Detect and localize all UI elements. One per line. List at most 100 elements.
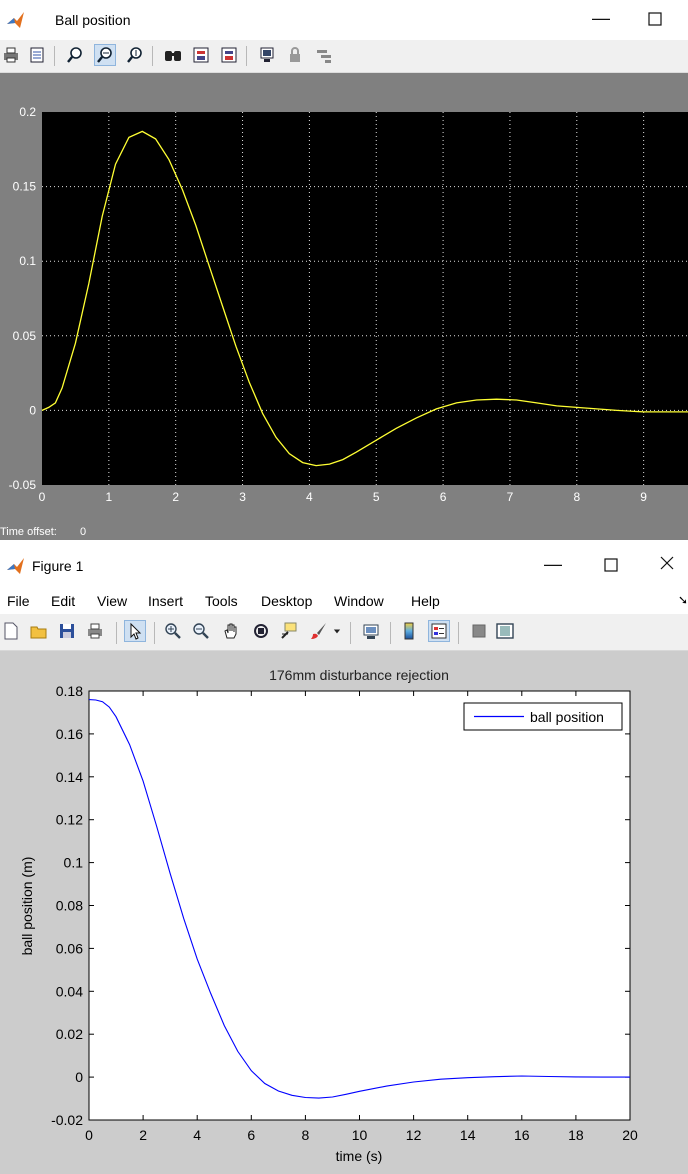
open-file-icon[interactable] xyxy=(28,620,50,642)
y-tick-label: 0.14 xyxy=(56,769,83,785)
y-tick-label: 0.12 xyxy=(56,812,83,828)
scope-toolbar xyxy=(0,40,688,73)
x-tick-label: 12 xyxy=(406,1127,422,1143)
x-tick-label: 0 xyxy=(85,1127,93,1143)
x-tick-label: 6 xyxy=(247,1127,255,1143)
rotate-3d-icon[interactable] xyxy=(250,620,272,642)
menu-desktop[interactable]: Desktop xyxy=(261,593,312,609)
legend-entry: ball position xyxy=(530,709,604,725)
scope-y-tick-label: 0.15 xyxy=(13,180,37,194)
matlab-icon xyxy=(6,556,26,576)
scope-y-tick-label: 0.1 xyxy=(19,254,36,268)
zoom-out-icon[interactable] xyxy=(190,620,212,642)
dock-arrow-icon[interactable]: ➘ xyxy=(678,593,688,607)
menu-file[interactable]: File xyxy=(7,593,30,609)
scope-y-tick-label: -0.05 xyxy=(9,478,37,492)
brush-icon[interactable] xyxy=(308,620,330,642)
x-axis-label: time (s) xyxy=(336,1148,383,1164)
signal-selection-icon[interactable] xyxy=(314,44,336,66)
legend[interactable]: ball position xyxy=(463,702,623,731)
scope-x-tick-label: 5 xyxy=(373,490,380,504)
figure-plot-area: 0 2 4 6 8 10 12 14 16 18 20-0.0200.020.040.060.080… xyxy=(0,651,688,1174)
save-icon[interactable] xyxy=(56,620,78,642)
y-tick-label: 0.16 xyxy=(56,726,83,742)
close-icon[interactable] xyxy=(652,554,682,574)
scope-x-tick-label: 4 xyxy=(306,490,313,504)
x-tick-label: 20 xyxy=(622,1127,638,1143)
scope-x-tick-label: 7 xyxy=(507,490,514,504)
scope-axes[interactable] xyxy=(42,112,688,485)
autoscale-icon[interactable] xyxy=(162,44,184,66)
hide-plot-tools-icon[interactable] xyxy=(468,620,490,642)
maximize-icon[interactable] xyxy=(596,556,626,576)
scope-x-tick-label: 0 xyxy=(39,490,46,504)
x-tick-label: 14 xyxy=(460,1127,476,1143)
zoom-x-icon[interactable] xyxy=(94,44,116,66)
figure-axes[interactable] xyxy=(88,690,631,1121)
scope-x-tick-label: 9 xyxy=(640,490,647,504)
y-tick-label: 0.08 xyxy=(56,898,83,914)
minimize-icon[interactable]: — xyxy=(586,8,616,28)
matlab-icon xyxy=(6,10,26,30)
scope-y-tick-label: 0.2 xyxy=(19,105,36,119)
zoom-y-icon[interactable] xyxy=(124,44,146,66)
restore-axes-icon[interactable] xyxy=(218,44,240,66)
chart-title: 176mm disturbance rejection xyxy=(269,667,449,683)
colorbar-icon[interactable] xyxy=(398,620,420,642)
menu-insert[interactable]: Insert xyxy=(148,593,183,609)
floating-scope-icon[interactable] xyxy=(256,44,278,66)
scope-titlebar: Ball position — xyxy=(0,0,688,40)
y-tick-label: -0.02 xyxy=(51,1112,83,1128)
menu-window[interactable]: Window xyxy=(334,593,384,609)
figure-toolbar xyxy=(0,614,688,651)
menu-edit[interactable]: Edit xyxy=(51,593,75,609)
maximize-icon[interactable] xyxy=(640,10,670,30)
show-plot-tools-icon[interactable] xyxy=(494,620,516,642)
time-offset-value: 0 xyxy=(80,526,86,538)
x-tick-label: 4 xyxy=(193,1127,201,1143)
legend-icon[interactable] xyxy=(428,620,450,642)
figure-titlebar: Figure 1 — xyxy=(0,548,688,588)
lock-axes-icon[interactable] xyxy=(284,44,306,66)
menu-view[interactable]: View xyxy=(97,593,127,609)
x-tick-label: 16 xyxy=(514,1127,530,1143)
scope-window: Ball position — 0 1 2 3 4 5 6 7 8 9 -0.05 0 0.05 0.1 0… xyxy=(0,0,688,540)
data-cursor-icon[interactable] xyxy=(278,620,300,642)
figure-window: Figure 1 — File Edit View Insert Tools D… xyxy=(0,548,688,1174)
scope-y-tick-label: 0 xyxy=(29,403,36,417)
menubar: File Edit View Insert Tools Desktop Wind… xyxy=(0,588,688,614)
zoom-in-icon[interactable] xyxy=(162,620,184,642)
pan-icon[interactable] xyxy=(220,620,242,642)
print-icon[interactable] xyxy=(84,620,106,642)
y-tick-label: 0.02 xyxy=(56,1026,83,1042)
print-icon[interactable] xyxy=(0,44,22,66)
x-tick-label: 10 xyxy=(352,1127,368,1143)
scope-title: Ball position xyxy=(55,12,131,28)
x-tick-label: 8 xyxy=(302,1127,310,1143)
link-plot-icon[interactable] xyxy=(360,620,382,642)
scope-y-tick-label: 0.05 xyxy=(13,329,37,343)
menu-help[interactable]: Help xyxy=(411,593,440,609)
zoom-icon[interactable] xyxy=(64,44,86,66)
scope-x-tick-label: 1 xyxy=(106,490,113,504)
scope-x-tick-label: 8 xyxy=(573,490,580,504)
minimize-icon[interactable]: — xyxy=(538,554,568,574)
menu-tools[interactable]: Tools xyxy=(205,593,238,609)
y-axis-label: ball position (m) xyxy=(19,857,35,956)
x-tick-label: 2 xyxy=(139,1127,147,1143)
figure-title: Figure 1 xyxy=(32,558,84,574)
y-tick-label: 0.18 xyxy=(56,683,83,699)
chevron-down-icon[interactable] xyxy=(330,620,344,642)
x-tick-label: 18 xyxy=(568,1127,584,1143)
y-tick-label: 0 xyxy=(75,1069,83,1085)
scope-x-tick-label: 6 xyxy=(440,490,447,504)
save-axes-icon[interactable] xyxy=(190,44,212,66)
scope-x-tick-label: 3 xyxy=(239,490,246,504)
edit-plot-icon[interactable] xyxy=(124,620,146,642)
y-tick-label: 0.1 xyxy=(64,855,84,871)
y-tick-label: 0.06 xyxy=(56,940,83,956)
parameters-icon[interactable] xyxy=(26,44,48,66)
scope-x-tick-label: 2 xyxy=(172,490,179,504)
new-figure-icon[interactable] xyxy=(0,620,22,642)
scope-plot-area: 0 1 2 3 4 5 6 7 8 9-0.0500.050.10.150.2 Time offs… xyxy=(0,73,688,540)
